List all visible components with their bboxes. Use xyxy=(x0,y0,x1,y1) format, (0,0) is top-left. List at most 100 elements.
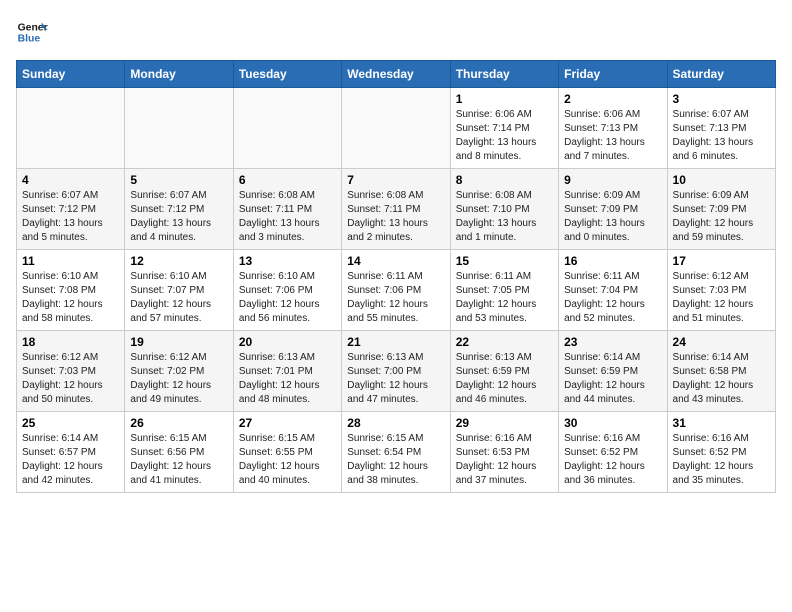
calendar-day-cell: 6 Sunrise: 6:08 AM Sunset: 7:11 PM Daylig… xyxy=(233,169,341,250)
day-number: 31 xyxy=(673,416,770,430)
day-info: Sunrise: 6:14 AM Sunset: 6:59 PM Dayligh… xyxy=(564,351,661,407)
calendar-day-cell: 31 Sunrise: 6:16 AM Sunset: 6:52 PM Dayli… xyxy=(667,412,775,493)
day-info: Sunrise: 6:07 AM Sunset: 7:12 PM Dayligh… xyxy=(22,189,119,245)
calendar-day-cell: 18 Sunrise: 6:12 AM Sunset: 7:03 PM Dayli… xyxy=(17,331,125,412)
calendar-day-cell: 3 Sunrise: 6:07 AM Sunset: 7:13 PM Daylig… xyxy=(667,88,775,169)
day-number: 10 xyxy=(673,173,770,187)
day-info: Sunrise: 6:12 AM Sunset: 7:03 PM Dayligh… xyxy=(22,351,119,407)
calendar-day-cell xyxy=(17,88,125,169)
calendar-day-cell: 5 Sunrise: 6:07 AM Sunset: 7:12 PM Daylig… xyxy=(125,169,233,250)
day-number: 18 xyxy=(22,335,119,349)
calendar-day-cell xyxy=(125,88,233,169)
calendar-day-cell xyxy=(342,88,450,169)
day-number: 28 xyxy=(347,416,444,430)
header-row: SundayMondayTuesdayWednesdayThursdayFrid… xyxy=(17,61,776,88)
calendar-day-cell: 11 Sunrise: 6:10 AM Sunset: 7:08 PM Dayli… xyxy=(17,250,125,331)
calendar-day-cell: 29Sunrise: 6:16 AM Sunset: 6:53 PM Dayli… xyxy=(450,412,558,493)
calendar-day-cell: 27 Sunrise: 6:15 AM Sunset: 6:55 PM Dayli… xyxy=(233,412,341,493)
day-info: Sunrise: 6:07 AM Sunset: 7:12 PM Dayligh… xyxy=(130,189,227,245)
calendar-day-cell: 24 Sunrise: 6:14 AM Sunset: 6:58 PM Dayli… xyxy=(667,331,775,412)
calendar-day-cell: 10 Sunrise: 6:09 AM Sunset: 7:09 PM Dayli… xyxy=(667,169,775,250)
day-number: 5 xyxy=(130,173,227,187)
day-number: 6 xyxy=(239,173,336,187)
calendar-day-cell: 12 Sunrise: 6:10 AM Sunset: 7:07 PM Dayli… xyxy=(125,250,233,331)
day-info: Sunrise: 6:13 AM Sunset: 6:59 PM Dayligh… xyxy=(456,351,553,407)
day-number: 24 xyxy=(673,335,770,349)
day-info: Sunrise: 6:10 AM Sunset: 7:07 PM Dayligh… xyxy=(130,270,227,326)
day-of-week-header: Sunday xyxy=(17,61,125,88)
calendar-day-cell: 22 Sunrise: 6:13 AM Sunset: 6:59 PM Dayli… xyxy=(450,331,558,412)
day-info: Sunrise: 6:14 AM Sunset: 6:58 PM Dayligh… xyxy=(673,351,770,407)
day-info: Sunrise: 6:10 AM Sunset: 7:06 PM Dayligh… xyxy=(239,270,336,326)
day-number: 23 xyxy=(564,335,661,349)
day-of-week-header: Tuesday xyxy=(233,61,341,88)
day-number: 11 xyxy=(22,254,119,268)
day-number: 16 xyxy=(564,254,661,268)
day-of-week-header: Thursday xyxy=(450,61,558,88)
logo-icon: General Blue xyxy=(16,16,48,48)
day-info: Sunrise: 6:12 AM Sunset: 7:02 PM Dayligh… xyxy=(130,351,227,407)
day-info: Sunrise: 6:15 AM Sunset: 6:54 PM Dayligh… xyxy=(347,432,444,488)
calendar-day-cell: 14Sunrise: 6:11 AM Sunset: 7:06 PM Dayli… xyxy=(342,250,450,331)
calendar-header: General Blue xyxy=(16,16,776,48)
day-info: Sunrise: 6:09 AM Sunset: 7:09 PM Dayligh… xyxy=(673,189,770,245)
day-number: 8 xyxy=(456,173,553,187)
calendar-day-cell: 28 Sunrise: 6:15 AM Sunset: 6:54 PM Dayli… xyxy=(342,412,450,493)
day-number: 3 xyxy=(673,92,770,106)
day-info: Sunrise: 6:15 AM Sunset: 6:55 PM Dayligh… xyxy=(239,432,336,488)
calendar-day-cell: 16 Sunrise: 6:11 AM Sunset: 7:04 PM Dayli… xyxy=(559,250,667,331)
calendar-day-cell: 7 Sunrise: 6:08 AM Sunset: 7:11 PM Daylig… xyxy=(342,169,450,250)
calendar-day-cell: 1Sunrise: 6:06 AM Sunset: 7:14 PM Daylig… xyxy=(450,88,558,169)
day-info: Sunrise: 6:09 AM Sunset: 7:09 PM Dayligh… xyxy=(564,189,661,245)
calendar-day-cell: 17 Sunrise: 6:12 AM Sunset: 7:03 PM Dayli… xyxy=(667,250,775,331)
calendar-table: SundayMondayTuesdayWednesdayThursdayFrid… xyxy=(16,60,776,493)
calendar-day-cell: 15Sunrise: 6:11 AM Sunset: 7:05 PM Dayli… xyxy=(450,250,558,331)
day-number: 21 xyxy=(347,335,444,349)
day-number: 26 xyxy=(130,416,227,430)
day-of-week-header: Saturday xyxy=(667,61,775,88)
day-info: Sunrise: 6:12 AM Sunset: 7:03 PM Dayligh… xyxy=(673,270,770,326)
day-info: Sunrise: 6:07 AM Sunset: 7:13 PM Dayligh… xyxy=(673,108,770,164)
day-info: Sunrise: 6:16 AM Sunset: 6:53 PM Dayligh… xyxy=(456,432,553,488)
calendar-day-cell: 13 Sunrise: 6:10 AM Sunset: 7:06 PM Dayli… xyxy=(233,250,341,331)
day-number: 19 xyxy=(130,335,227,349)
day-number: 27 xyxy=(239,416,336,430)
day-number: 22 xyxy=(456,335,553,349)
day-number: 14 xyxy=(347,254,444,268)
calendar-day-cell xyxy=(233,88,341,169)
day-info: Sunrise: 6:06 AM Sunset: 7:13 PM Dayligh… xyxy=(564,108,661,164)
day-number: 1 xyxy=(456,92,553,106)
day-number: 7 xyxy=(347,173,444,187)
day-number: 9 xyxy=(564,173,661,187)
calendar-day-cell: 21 Sunrise: 6:13 AM Sunset: 7:00 PM Dayli… xyxy=(342,331,450,412)
day-info: Sunrise: 6:11 AM Sunset: 7:04 PM Dayligh… xyxy=(564,270,661,326)
calendar-day-cell: 8 Sunrise: 6:08 AM Sunset: 7:10 PM Daylig… xyxy=(450,169,558,250)
day-number: 17 xyxy=(673,254,770,268)
calendar-week-row: 25Sunrise: 6:14 AM Sunset: 6:57 PM Dayli… xyxy=(17,412,776,493)
calendar-day-cell: 4Sunrise: 6:07 AM Sunset: 7:12 PM Daylig… xyxy=(17,169,125,250)
day-info: Sunrise: 6:13 AM Sunset: 7:01 PM Dayligh… xyxy=(239,351,336,407)
calendar-day-cell: 19 Sunrise: 6:12 AM Sunset: 7:02 PM Dayli… xyxy=(125,331,233,412)
day-number: 20 xyxy=(239,335,336,349)
day-number: 30 xyxy=(564,416,661,430)
calendar-week-row: 1Sunrise: 6:06 AM Sunset: 7:14 PM Daylig… xyxy=(17,88,776,169)
calendar-day-cell: 2 Sunrise: 6:06 AM Sunset: 7:13 PM Daylig… xyxy=(559,88,667,169)
day-of-week-header: Wednesday xyxy=(342,61,450,88)
calendar-day-cell: 20 Sunrise: 6:13 AM Sunset: 7:01 PM Dayli… xyxy=(233,331,341,412)
day-info: Sunrise: 6:13 AM Sunset: 7:00 PM Dayligh… xyxy=(347,351,444,407)
calendar-week-row: 4Sunrise: 6:07 AM Sunset: 7:12 PM Daylig… xyxy=(17,169,776,250)
calendar-day-cell: 26Sunrise: 6:15 AM Sunset: 6:56 PM Dayli… xyxy=(125,412,233,493)
svg-text:Blue: Blue xyxy=(18,34,41,45)
day-number: 12 xyxy=(130,254,227,268)
day-info: Sunrise: 6:11 AM Sunset: 7:05 PM Dayligh… xyxy=(456,270,553,326)
day-number: 13 xyxy=(239,254,336,268)
day-info: Sunrise: 6:08 AM Sunset: 7:11 PM Dayligh… xyxy=(239,189,336,245)
day-info: Sunrise: 6:10 AM Sunset: 7:08 PM Dayligh… xyxy=(22,270,119,326)
day-number: 25 xyxy=(22,416,119,430)
day-info: Sunrise: 6:08 AM Sunset: 7:10 PM Dayligh… xyxy=(456,189,553,245)
day-number: 2 xyxy=(564,92,661,106)
day-of-week-header: Monday xyxy=(125,61,233,88)
day-info: Sunrise: 6:16 AM Sunset: 6:52 PM Dayligh… xyxy=(673,432,770,488)
day-info: Sunrise: 6:08 AM Sunset: 7:11 PM Dayligh… xyxy=(347,189,444,245)
logo: General Blue xyxy=(16,16,52,48)
